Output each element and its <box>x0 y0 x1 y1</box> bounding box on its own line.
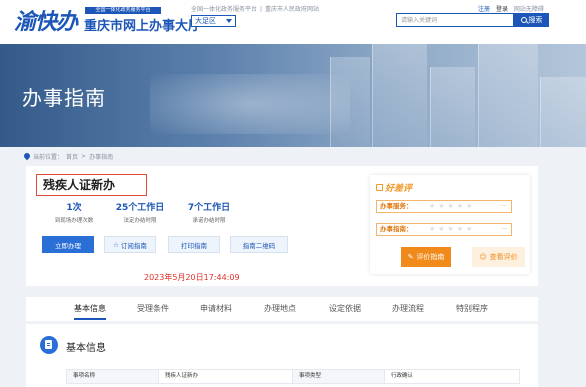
apply-now-label: 立即办理 <box>55 241 81 250</box>
tab-location[interactable]: 办理地点 <box>264 303 296 314</box>
register-link[interactable]: 注册 <box>478 6 490 13</box>
chevron-down-icon <box>226 19 232 23</box>
site-name[interactable]: 重庆市网上办事大厅 <box>84 15 201 34</box>
user-links: 注册 登录 网站无障碍 <box>478 4 548 13</box>
breadcrumb: 当前位置： 首页 > 办事指南 <box>24 152 113 161</box>
stat-value: 1次 <box>66 203 82 213</box>
breadcrumb-home[interactable]: 首页 <box>66 152 78 161</box>
rating-logo-text: 好差评 <box>385 184 413 194</box>
document-icon <box>40 336 58 354</box>
banner-building <box>372 44 427 147</box>
section-title: 基本信息 <box>66 343 106 354</box>
rate-guide-label: 评价指南 <box>416 253 445 261</box>
tab-acceptance-conditions[interactable]: 受理条件 <box>137 303 169 314</box>
tab-special-procedure[interactable]: 特别程序 <box>456 303 488 314</box>
info-table: 事项名称 残疾人证新办 事项类型 行政确认 <box>66 369 520 384</box>
banner-building <box>430 67 475 147</box>
platform-links: 全国一体化政务服务平台 | 重庆市人民政府网站 <box>191 6 320 13</box>
service-rating-row[interactable]: 办事服务： ★★★★★ ··· <box>376 200 512 213</box>
banner-building <box>540 77 586 147</box>
stat-label: 到现场办理次数 <box>54 218 94 224</box>
current-timestamp: 2023年5月20日17:44:09 <box>144 273 240 282</box>
rating-logo: 好差评 <box>376 181 412 194</box>
subscribe-guide-label: 订阅指南 <box>120 241 147 250</box>
search-icon <box>520 17 527 23</box>
rating-panel: 好差评 办事服务： ★★★★★ ··· 办事指南： ★★★★★ ··· ✎ 评价… <box>370 175 530 274</box>
search-button[interactable]: 搜索 <box>514 13 549 27</box>
table-cell-key: 事项名称 <box>67 370 159 383</box>
edit-icon: ✎ <box>407 253 414 261</box>
region-select[interactable]: 大足区 <box>191 15 236 27</box>
print-guide-button[interactable]: 打印指南 <box>168 236 220 253</box>
tab-process[interactable]: 办理流程 <box>392 303 424 314</box>
platform-link[interactable]: 全国一体化政务服务平台 <box>191 6 257 13</box>
more-icon: ··· <box>501 203 507 210</box>
table-cell-key: 事项类型 <box>293 370 385 383</box>
guide-qrcode-label: 指南二维码 <box>242 241 276 250</box>
more-icon: ··· <box>501 226 507 233</box>
service-rating-label: 办事服务： <box>380 202 413 210</box>
breadcrumb-separator: > <box>81 153 87 160</box>
accessibility-link[interactable]: 网站无障碍 <box>514 6 544 13</box>
search-button-label: 搜索 <box>528 16 543 24</box>
banner-building <box>478 44 538 147</box>
star-rating-icon[interactable]: ★★★★★ <box>429 201 475 212</box>
breadcrumb-prefix: 当前位置： <box>33 154 64 161</box>
tab-materials[interactable]: 申请材料 <box>200 303 232 314</box>
tab-legal-basis[interactable]: 设定依据 <box>329 303 361 314</box>
stat-value: 7个工作日 <box>187 203 231 213</box>
top-header: 渝快办 全国一体化政务服务平台 重庆市网上办事大厅 全国一体化政务服务平台 | 重庆… <box>0 0 586 44</box>
subscribe-guide-button[interactable]: ☆ 订阅指南 <box>104 236 156 253</box>
stat-legal-limit: 25个工作日 法定办结时限 <box>112 200 168 224</box>
search-input[interactable] <box>396 13 514 27</box>
print-guide-label: 打印指南 <box>181 241 207 250</box>
star-outline-icon: ☆ <box>113 240 119 249</box>
tab-basic-info[interactable]: 基本信息 <box>74 303 106 320</box>
smile-icon: ☺ <box>479 253 487 261</box>
gov-site-link[interactable]: 重庆市人民政府网站 <box>265 6 319 13</box>
table-cell-value: 残疾人证新办 <box>159 370 293 383</box>
basic-info-section: 基本信息 事项名称 残疾人证新办 事项类型 行政确认 <box>26 324 538 387</box>
guide-rating-row[interactable]: 办事指南： ★★★★★ ··· <box>376 223 512 236</box>
guide-rating-label: 办事指南： <box>380 225 413 233</box>
login-link[interactable]: 登录 <box>496 6 508 13</box>
item-summary-card: 残疾人证新办 1次 到现场办理次数 25个工作日 法定办结时限 7个工作日 承诺… <box>26 166 538 286</box>
stat-visits: 1次 到现场办理次数 <box>48 200 100 224</box>
star-rating-icon[interactable]: ★★★★★ <box>429 224 475 235</box>
rating-badge-icon <box>376 184 383 191</box>
view-ratings-button[interactable]: ☺ 查看评价 <box>472 247 525 267</box>
stat-label: 承诺办结时限 <box>192 218 226 224</box>
stat-label: 法定办结时限 <box>123 218 157 224</box>
stat-promised-limit: 7个工作日 承诺办结时限 <box>182 200 236 224</box>
location-pin-icon <box>24 153 30 161</box>
guide-qrcode-button[interactable]: 指南二维码 <box>230 236 288 253</box>
region-value: 大足区 <box>195 17 216 25</box>
view-ratings-label: 查看评价 <box>489 253 518 261</box>
rate-guide-button[interactable]: ✎ 评价指南 <box>401 247 451 267</box>
table-cell-value: 行政确认 <box>391 373 414 379</box>
logo-tagline: 全国一体化政务服务平台 <box>85 7 161 14</box>
guide-tabs: 基本信息 受理条件 申请材料 办理地点 设定依据 办理流程 特别程序 <box>26 297 538 321</box>
breadcrumb-current: 办事指南 <box>89 154 114 161</box>
apply-now-button[interactable]: 立即办理 <box>42 236 94 253</box>
page-title: 办事指南 <box>22 88 106 110</box>
item-title: 残疾人证新办 <box>36 174 147 196</box>
stat-value: 25个工作日 <box>115 203 165 213</box>
logo-mark[interactable]: 渝快办 <box>14 4 78 36</box>
banner-glow <box>150 74 350 134</box>
page-banner: 办事指南 <box>0 44 586 147</box>
